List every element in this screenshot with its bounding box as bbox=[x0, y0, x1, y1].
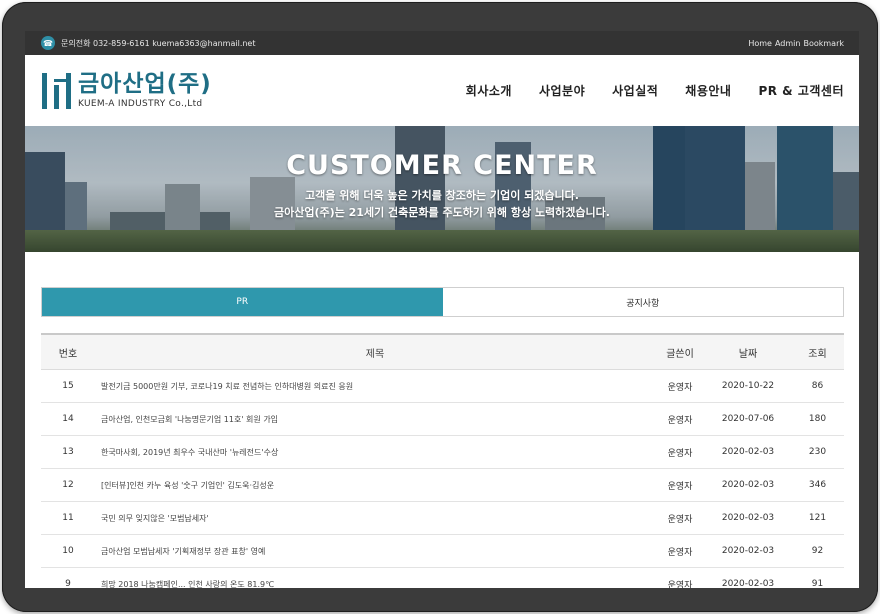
header-num: 번호 bbox=[58, 348, 78, 360]
phone-icon: ☎ bbox=[41, 36, 55, 50]
header-title: 제목 bbox=[365, 348, 385, 360]
post-title-link[interactable]: 금아산업, 인천모금회 '나눔명문기업 11호' 회원 가입 bbox=[95, 414, 655, 425]
nav-business[interactable]: 사업분야 bbox=[539, 82, 585, 99]
link-home[interactable]: Home bbox=[748, 39, 772, 48]
nav-company[interactable]: 회사소개 bbox=[466, 82, 512, 99]
banner-subtitle-1: 고객을 위해 더욱 높은 가치를 창조하는 기업이 되겠습니다. bbox=[305, 189, 579, 202]
header-writer: 글쓴이 bbox=[666, 348, 694, 360]
table-row[interactable]: 11 국민 의무 잊지않은 '모범납세자' 운영자 2020-02-03 121 bbox=[41, 502, 844, 535]
tablet-frame: ☎ 문의전화 032-859-6161 kuema6363@hanmail.ne… bbox=[2, 2, 878, 612]
board-tabs: PR 공지사항 bbox=[41, 287, 844, 317]
nav-careers[interactable]: 채용안내 bbox=[685, 82, 731, 99]
nav-pr-customer[interactable]: PR & 고객센터 bbox=[758, 82, 844, 99]
banner-title: CUSTOMER CENTER bbox=[286, 150, 598, 181]
header-views: 조회 bbox=[808, 348, 827, 360]
table-row[interactable]: 12 [인터뷰]인천 카누 육성 '숫구 기업인' 김도욱·김성운 운영자 20… bbox=[41, 469, 844, 502]
tab-notice[interactable]: 공지사항 bbox=[442, 288, 843, 316]
post-title-link[interactable]: 금아산업 모범납세자 '기획재정부 장관 표창' 영예 bbox=[95, 546, 655, 557]
table-header: 번호 제목 글쓴이 날짜 조회 bbox=[41, 333, 844, 370]
site-header: 금아산업(주) KUEM-A INDUSTRY Co.,Ltd 회사소개 사업분… bbox=[25, 55, 859, 126]
logo-name-ko: 금아산업(주) bbox=[78, 71, 212, 97]
nav-results[interactable]: 사업실적 bbox=[612, 82, 658, 99]
contact-text: 문의전화 032-859-6161 kuema6363@hanmail.net bbox=[61, 38, 256, 48]
top-info-bar: ☎ 문의전화 032-859-6161 kuema6363@hanmail.ne… bbox=[25, 31, 859, 55]
main-nav: 회사소개 사업분야 사업실적 채용안내 PR & 고객센터 bbox=[466, 82, 844, 99]
post-table: 번호 제목 글쓴이 날짜 조회 15 발전기금 5000만원 기부, 코로나19… bbox=[41, 333, 844, 588]
link-bookmark[interactable]: Bookmark bbox=[803, 39, 844, 48]
logo-mark-icon bbox=[42, 71, 72, 111]
site-logo[interactable]: 금아산업(주) KUEM-A INDUSTRY Co.,Ltd bbox=[42, 71, 212, 111]
post-title-link[interactable]: 국민 의무 잊지않은 '모범납세자' bbox=[95, 513, 655, 524]
table-row[interactable]: 15 발전기금 5000만원 기부, 코로나19 치료 전념하는 인하대병원 의… bbox=[41, 370, 844, 403]
banner-subtitle-2: 금아산업(주)는 21세기 건축문화를 주도하기 위해 항상 노력하겠습니다. bbox=[274, 206, 610, 219]
contact-info: ☎ 문의전화 032-859-6161 kuema6363@hanmail.ne… bbox=[41, 36, 256, 50]
post-title-link[interactable]: [인터뷰]인천 카누 육성 '숫구 기업인' 김도욱·김성운 bbox=[95, 480, 655, 491]
table-row[interactable]: 14 금아산업, 인천모금회 '나눔명문기업 11호' 회원 가입 운영자 20… bbox=[41, 403, 844, 436]
post-title-link[interactable]: 발전기금 5000만원 기부, 코로나19 치료 전념하는 인하대병원 의료진 … bbox=[95, 381, 655, 392]
table-row[interactable]: 13 한국마사회, 2019년 최우수 국내산마 '뉴레전드'수상 운영자 20… bbox=[41, 436, 844, 469]
tab-pr[interactable]: PR bbox=[42, 288, 443, 316]
header-date: 날짜 bbox=[738, 348, 758, 360]
post-title-link[interactable]: 희망 2018 나눔캠페인... 인천 사랑의 온도 81.9℃ bbox=[95, 579, 655, 589]
browser-viewport: ☎ 문의전화 032-859-6161 kuema6363@hanmail.ne… bbox=[25, 31, 859, 588]
customer-center-banner: CUSTOMER CENTER 고객을 위해 더욱 높은 가치를 창조하는 기업… bbox=[25, 126, 859, 252]
logo-name-en: KUEM-A INDUSTRY Co.,Ltd bbox=[78, 99, 203, 109]
top-links: Home Admin Bookmark bbox=[748, 39, 844, 48]
table-row[interactable]: 10 금아산업 모범납세자 '기획재정부 장관 표창' 영예 운영자 2020-… bbox=[41, 535, 844, 568]
post-title-link[interactable]: 한국마사회, 2019년 최우수 국내산마 '뉴레전드'수상 bbox=[95, 447, 655, 458]
table-row[interactable]: 9 희망 2018 나눔캠페인... 인천 사랑의 온도 81.9℃ 운영자 2… bbox=[41, 568, 844, 588]
link-admin[interactable]: Admin bbox=[775, 39, 801, 48]
